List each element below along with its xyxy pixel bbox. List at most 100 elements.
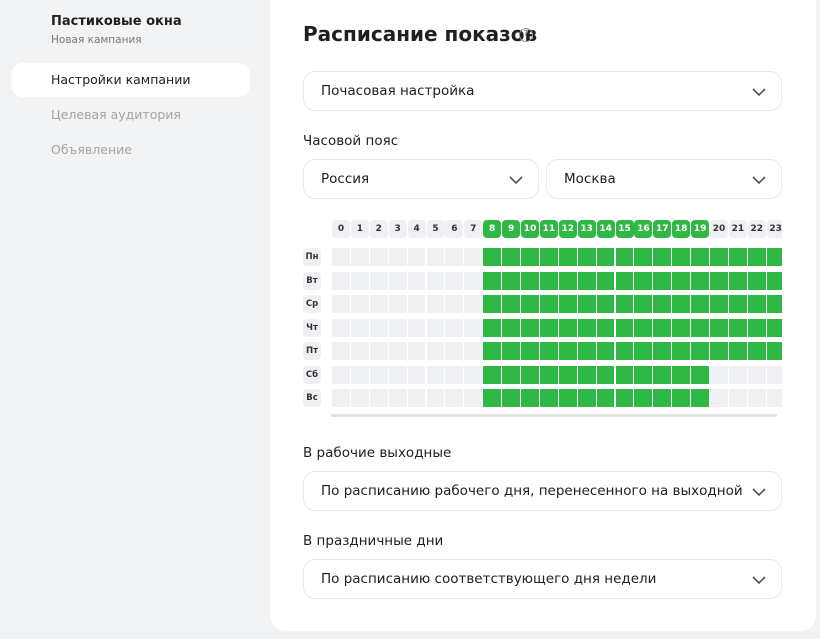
day-label-0[interactable]: Пн	[303, 248, 321, 266]
schedule-slot[interactable]	[672, 248, 691, 266]
schedule-slot[interactable]	[728, 318, 747, 337]
schedule-slot[interactable]	[634, 389, 653, 407]
schedule-slot[interactable]	[653, 318, 672, 337]
schedule-slot[interactable]	[483, 342, 502, 360]
schedule-slot[interactable]	[710, 342, 728, 360]
schedule-slot[interactable]	[445, 389, 464, 407]
schedule-slot[interactable]	[596, 271, 615, 290]
schedule-slot[interactable]	[710, 248, 728, 266]
schedule-slot[interactable]	[558, 389, 577, 407]
schedule-slot[interactable]	[672, 271, 691, 290]
schedule-slot[interactable]	[672, 389, 691, 407]
schedule-slot[interactable]	[596, 318, 615, 337]
schedule-slot[interactable]	[539, 271, 558, 290]
schedule-slot[interactable]	[332, 248, 350, 266]
schedule-slot[interactable]	[483, 271, 502, 290]
schedule-slot[interactable]	[426, 365, 445, 384]
schedule-slot[interactable]	[483, 365, 502, 384]
schedule-slot[interactable]	[350, 342, 369, 360]
schedule-slot[interactable]	[766, 271, 782, 290]
schedule-slot[interactable]	[577, 271, 596, 290]
day-label-6[interactable]: Вс	[303, 389, 321, 407]
schedule-slot[interactable]	[634, 271, 653, 290]
schedule-slot[interactable]	[691, 365, 709, 384]
schedule-slot[interactable]	[388, 271, 407, 290]
schedule-slot[interactable]	[747, 271, 766, 290]
country-select[interactable]: Россия	[303, 159, 539, 199]
schedule-slot[interactable]	[521, 318, 539, 337]
schedule-slot[interactable]	[502, 271, 520, 290]
schedule-slot[interactable]	[388, 389, 407, 407]
schedule-slot[interactable]	[634, 295, 653, 313]
schedule-slot[interactable]	[388, 365, 407, 384]
schedule-slot[interactable]	[747, 248, 766, 266]
schedule-slot[interactable]	[502, 295, 520, 313]
schedule-slot[interactable]	[558, 271, 577, 290]
schedule-slot[interactable]	[407, 389, 426, 407]
schedule-slot[interactable]	[426, 318, 445, 337]
schedule-slot[interactable]	[653, 342, 672, 360]
schedule-slot[interactable]	[388, 295, 407, 313]
schedule-slot[interactable]	[464, 271, 483, 290]
schedule-slot[interactable]	[691, 295, 709, 313]
schedule-slot[interactable]	[369, 271, 388, 290]
holiday-select[interactable]: По расписанию соответствующего дня недел…	[303, 559, 782, 599]
schedule-slot[interactable]	[426, 271, 445, 290]
schedule-slot[interactable]	[369, 248, 388, 266]
hour-header-13[interactable]: 13	[577, 220, 596, 238]
schedule-slot[interactable]	[710, 295, 728, 313]
schedule-slot[interactable]	[369, 318, 388, 337]
schedule-slot[interactable]	[388, 248, 407, 266]
schedule-slot[interactable]	[464, 389, 483, 407]
schedule-slot[interactable]	[558, 318, 577, 337]
schedule-slot[interactable]	[464, 342, 483, 360]
schedule-slot[interactable]	[691, 342, 709, 360]
schedule-slot[interactable]	[747, 389, 766, 407]
sidebar-item-ad[interactable]: Объявление	[11, 133, 250, 167]
schedule-slot[interactable]	[672, 342, 691, 360]
schedule-slot[interactable]	[521, 271, 539, 290]
schedule-slot[interactable]	[539, 342, 558, 360]
schedule-slot[interactable]	[521, 389, 539, 407]
schedule-mode-select[interactable]: Почасовая настройка	[303, 71, 782, 111]
schedule-slot[interactable]	[539, 318, 558, 337]
day-label-1[interactable]: Вт	[303, 271, 321, 290]
hour-header-0[interactable]: 0	[332, 220, 350, 238]
schedule-slot[interactable]	[577, 318, 596, 337]
city-select[interactable]: Москва	[546, 159, 782, 199]
schedule-slot[interactable]	[728, 342, 747, 360]
schedule-slot[interactable]	[332, 342, 350, 360]
hour-header-12[interactable]: 12	[558, 220, 577, 238]
schedule-slot[interactable]	[464, 365, 483, 384]
schedule-slot[interactable]	[558, 248, 577, 266]
schedule-slot[interactable]	[596, 365, 615, 384]
schedule-slot[interactable]	[407, 342, 426, 360]
hour-header-10[interactable]: 10	[521, 220, 539, 238]
schedule-slot[interactable]	[426, 248, 445, 266]
schedule-slot[interactable]	[577, 342, 596, 360]
schedule-slot[interactable]	[426, 342, 445, 360]
schedule-slot[interactable]	[558, 342, 577, 360]
schedule-slot[interactable]	[672, 295, 691, 313]
schedule-slot[interactable]	[350, 389, 369, 407]
hour-header-19[interactable]: 19	[691, 220, 710, 238]
schedule-slot[interactable]	[445, 271, 464, 290]
schedule-slot[interactable]	[577, 365, 596, 384]
schedule-slot[interactable]	[332, 365, 350, 384]
schedule-slot[interactable]	[596, 389, 615, 407]
hour-header-8[interactable]: 8	[483, 220, 502, 238]
schedule-slot[interactable]	[710, 271, 728, 290]
hour-header-3[interactable]: 3	[388, 220, 407, 238]
schedule-slot[interactable]	[691, 248, 709, 266]
schedule-slot[interactable]	[483, 248, 502, 266]
hour-header-22[interactable]: 22	[747, 220, 766, 238]
hour-header-16[interactable]: 16	[634, 220, 653, 238]
weekend-select[interactable]: По расписанию рабочего дня, перенесенног…	[303, 471, 782, 511]
schedule-slot[interactable]	[615, 271, 634, 290]
schedule-slot[interactable]	[502, 365, 520, 384]
schedule-slot[interactable]	[464, 318, 483, 337]
hour-header-4[interactable]: 4	[407, 220, 426, 238]
schedule-slot[interactable]	[558, 295, 577, 313]
schedule-slot[interactable]	[445, 318, 464, 337]
sidebar-item-target-audience[interactable]: Целевая аудитория	[11, 98, 250, 132]
